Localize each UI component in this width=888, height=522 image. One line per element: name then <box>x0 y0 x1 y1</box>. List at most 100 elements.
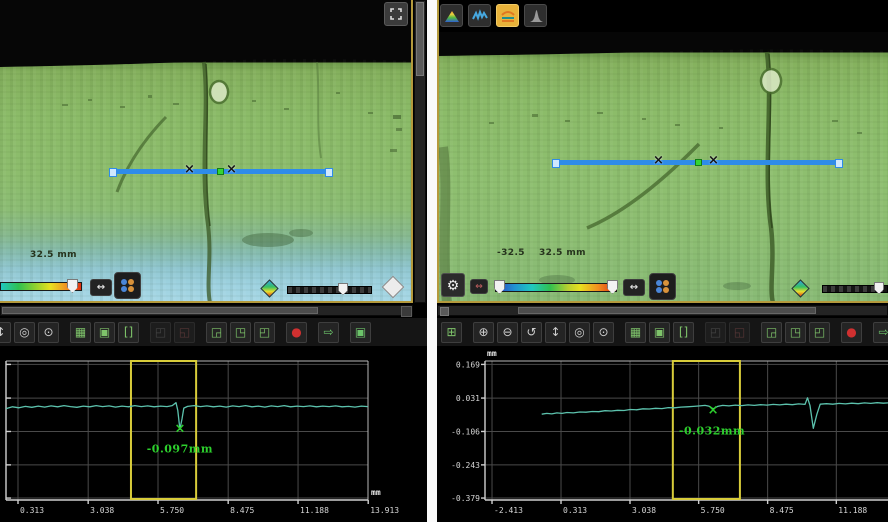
left-scroll-corner-button[interactable] <box>401 306 412 317</box>
toolbar-button-zoom-height[interactable]: ↕ <box>545 322 566 343</box>
right-measure-handle-2[interactable]: × <box>708 154 719 167</box>
y-tick-label: 0.031 <box>456 394 480 403</box>
x-tick-label: 5.750 <box>701 506 725 515</box>
left-vertical-scrollbar[interactable] <box>414 0 426 303</box>
settings-button[interactable]: ⚙ <box>441 273 465 297</box>
left-hscroll-thumb[interactable] <box>2 307 318 314</box>
right-image-viewport[interactable]: × × ⚙ ↔ -32.5 32.5 mm ↔ <box>437 32 888 303</box>
panel-divider <box>427 0 437 522</box>
toolbar-button-export[interactable]: ⇨ <box>318 322 339 343</box>
toolbar-button-zoom-point-2[interactable]: ⊙ <box>593 322 614 343</box>
right-depth-max-label: 32.5 mm <box>539 248 586 258</box>
x-tick-label: 3.038 <box>90 506 114 515</box>
left-mini-slider-thumb[interactable] <box>338 283 348 295</box>
left-profile-chart[interactable]: 0.3133.0385.7508.47511.18813.913mm×-0.09… <box>0 347 427 522</box>
right-profile-chart[interactable]: 0.1690.031-0.106-0.243-0.379-2.4130.3133… <box>437 347 888 522</box>
x-tick-label: 3.038 <box>632 506 656 515</box>
profile-lines-icon <box>500 9 516 23</box>
toolbar-button-record[interactable]: ● <box>841 322 862 343</box>
right-scroll-left-button[interactable] <box>440 307 449 316</box>
toolbar-button-zoom-point-1[interactable]: ◎ <box>569 322 590 343</box>
y-tick-label: 0.169 <box>456 360 480 369</box>
palette-dot-icon <box>121 286 127 292</box>
right-view-panel: × × ⚙ ↔ -32.5 32.5 mm ↔ <box>437 0 888 522</box>
x-tick-label: 13.913 <box>370 506 399 515</box>
toolbar-button-zoom-window-3[interactable]: ◰ <box>254 322 275 343</box>
left-palette-button[interactable] <box>114 272 141 299</box>
left-flip-button[interactable]: ↔ <box>90 279 112 296</box>
left-horizontal-scrollbar[interactable] <box>0 305 413 316</box>
axis-unit-label: mm <box>371 488 381 497</box>
toolbar-button-zoom-window-2[interactable]: ◳ <box>230 322 251 343</box>
measurement-window[interactable] <box>131 361 196 499</box>
left-mini-slider[interactable] <box>287 286 372 294</box>
app-window: × × 32.5 mm ↔ <box>0 0 888 522</box>
right-height-colorbar[interactable] <box>495 283 617 292</box>
view-button-wave-profile-view[interactable] <box>468 4 491 27</box>
right-mini-slider-thumb[interactable] <box>874 282 884 294</box>
y-tick-label: -0.106 <box>451 427 480 436</box>
left-depth-range-label: 32.5 mm <box>30 250 77 260</box>
bell-3d-icon <box>528 9 544 23</box>
right-panel-selection-border <box>437 301 888 303</box>
right-flip-button[interactable]: ↔ <box>623 279 645 296</box>
expand-button[interactable] <box>384 2 408 26</box>
flip-red-icon: ↔ <box>475 282 483 292</box>
profile-marker[interactable]: × <box>174 422 185 437</box>
toolbar-button-zoom-in[interactable]: ⊕ <box>473 322 494 343</box>
depth-annotation: -0.032mm <box>679 425 745 438</box>
right-colorbar-max-thumb[interactable] <box>607 280 618 294</box>
palette-dot-icon <box>121 279 127 285</box>
right-view-toolbar <box>440 4 547 27</box>
toolbar-button-zoom-reset[interactable]: ↺ <box>521 322 542 343</box>
right-horizontal-scrollbar[interactable] <box>437 305 888 316</box>
profile-trace <box>6 403 368 430</box>
view-button-height-map-view[interactable] <box>440 4 463 27</box>
toolbar-button-frame-brackets[interactable]: [] <box>118 322 139 343</box>
left-measure-center-handle[interactable] <box>217 168 224 175</box>
axis-unit-label: mm <box>487 349 497 358</box>
toolbar-button-export[interactable]: ⇨ <box>873 322 888 343</box>
right-depth-min-label: -32.5 <box>497 248 525 258</box>
toolbar-button-zoom-window-1[interactable]: ◲ <box>206 322 227 343</box>
flip-icon: ↔ <box>97 282 105 293</box>
toolbar-button-image-view[interactable]: ▣ <box>649 322 670 343</box>
palette-dot-icon <box>656 280 662 286</box>
toolbar-button-roi-select[interactable]: ▦ <box>70 322 91 343</box>
right-colorbar-min-thumb[interactable] <box>494 280 505 294</box>
right-measure-center-handle[interactable] <box>695 159 702 166</box>
view-button-layer-profile-view[interactable] <box>496 4 519 27</box>
right-palette-button[interactable] <box>649 273 676 300</box>
toolbar-button-roi-select[interactable]: ▦ <box>625 322 646 343</box>
toolbar-button-zoom-point-2[interactable]: ⊙ <box>38 322 59 343</box>
toolbar-button-zoom-window-3[interactable]: ◰ <box>809 322 830 343</box>
toolbar-button-zoom-out[interactable]: ⊖ <box>497 322 518 343</box>
toolbar-button-zoom-point-1[interactable]: ◎ <box>14 322 35 343</box>
right-hscroll-thumb[interactable] <box>518 307 816 314</box>
right-measure-handle-1[interactable]: × <box>653 154 664 167</box>
expand-icon <box>389 7 403 21</box>
view-button-surface-3d-view[interactable] <box>524 4 547 27</box>
toolbar-button-record[interactable]: ● <box>286 322 307 343</box>
toolbar-button-zoom-height[interactable]: ↕ <box>0 322 11 343</box>
left-vscroll-thumb[interactable] <box>416 2 424 76</box>
toolbar-button-image-view[interactable]: ▣ <box>94 322 115 343</box>
toolbar-button-compare-a: ◰ <box>150 322 171 343</box>
left-height-colorbar[interactable] <box>0 282 82 291</box>
toolbar-button-frame-brackets[interactable]: [] <box>673 322 694 343</box>
left-image-viewport[interactable]: × × 32.5 mm ↔ <box>0 0 413 303</box>
left-measure-handle-1[interactable]: × <box>184 163 195 176</box>
toolbar-button-fit-view[interactable]: ⊞ <box>441 322 462 343</box>
left-colorbar-thumb[interactable] <box>67 279 78 293</box>
right-mini-slider[interactable] <box>822 285 888 293</box>
toolbar-button-zoom-window-1[interactable]: ◲ <box>761 322 782 343</box>
palette-dot-icon <box>128 279 134 285</box>
x-tick-label: 8.475 <box>770 506 794 515</box>
toolbar-button-zoom-window-2[interactable]: ◳ <box>785 322 806 343</box>
gear-icon: ⚙ <box>447 277 460 294</box>
left-measure-handle-2[interactable]: × <box>226 163 237 176</box>
right-flip-red-button[interactable]: ↔ <box>470 279 488 294</box>
right-panel-selection-border <box>437 0 439 303</box>
profile-marker[interactable]: × <box>708 403 719 418</box>
toolbar-button-analyze[interactable]: ▣ <box>350 322 371 343</box>
